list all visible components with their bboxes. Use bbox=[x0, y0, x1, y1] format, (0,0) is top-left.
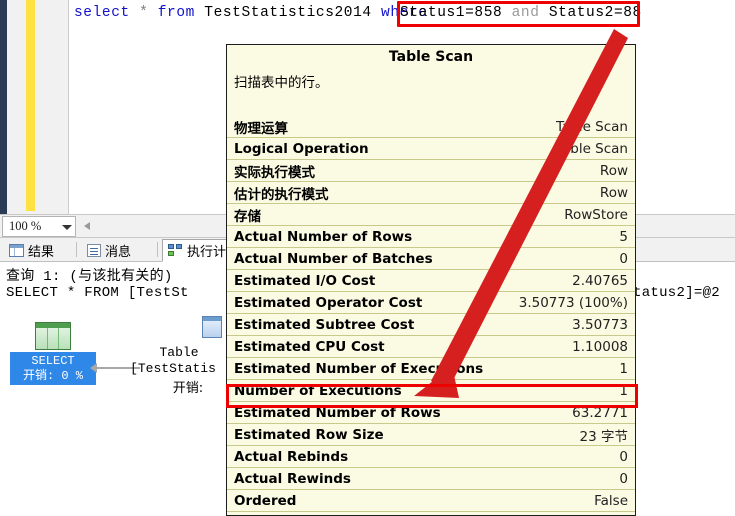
tooltip-property-key: 物理运算 bbox=[234, 120, 288, 137]
tab-results[interactable]: 结果 bbox=[4, 239, 59, 261]
tooltip-property-row: Estimated CPU Cost 1.10008 bbox=[227, 336, 635, 358]
sql-statement-line[interactable]: select * from TestStatistics2014 where bbox=[74, 3, 428, 23]
tooltip-property-value: 3.50773 bbox=[572, 316, 628, 333]
tab-messages-label: 消息 bbox=[105, 244, 132, 260]
zoom-level-combobox[interactable]: 100 % bbox=[2, 216, 76, 237]
tooltip-property-value: 3.50773 (100%) bbox=[518, 294, 628, 311]
tooltip-property-key: 存储 bbox=[234, 208, 261, 225]
tooltip-description: 扫描表中的行。 bbox=[234, 75, 329, 91]
execution-plan-icon bbox=[168, 244, 183, 257]
tooltip-property-row: 物理运算 Table Scan bbox=[227, 116, 635, 138]
plan-node-table-cost: 开销: bbox=[172, 381, 204, 396]
tooltip-property-key: 实际执行模式 bbox=[234, 164, 315, 181]
plan-query-label: 查询 1: (与该批有关的) bbox=[6, 269, 173, 285]
plan-query-sql-clipped-right: tatus2]=@2 bbox=[633, 285, 721, 301]
tooltip-title: Table Scan bbox=[388, 49, 474, 65]
tooltip-property-row: Estimated I/O Cost 2.40765 bbox=[227, 270, 635, 292]
change-indicator-bar bbox=[26, 0, 35, 211]
tooltip-property-value: 23 字节 bbox=[579, 428, 628, 445]
tab-divider bbox=[157, 242, 158, 257]
scroll-left-icon[interactable] bbox=[84, 222, 90, 230]
tooltip-property-row: Actual Rewinds 0 bbox=[227, 468, 635, 490]
tooltip-property-value: 0 bbox=[619, 250, 628, 267]
tooltip-property-value: Row bbox=[599, 184, 628, 201]
tooltip-property-value: Row bbox=[599, 162, 628, 179]
chevron-down-icon[interactable] bbox=[62, 225, 72, 230]
sql-keyword-from: from bbox=[157, 5, 195, 21]
tab-divider bbox=[76, 242, 77, 257]
tooltip-property-row: Actual Number of Batches 0 bbox=[227, 248, 635, 270]
tooltip-property-value: 1 bbox=[619, 360, 628, 377]
tooltip-property-row: 节点 ID0 bbox=[227, 512, 635, 516]
editor-gutter bbox=[7, 0, 69, 214]
editor-left-border bbox=[0, 0, 7, 214]
tooltip-property-row: Estimated Row Size 23 字节 bbox=[227, 424, 635, 446]
tooltip-property-key: Estimated Subtree Cost bbox=[234, 316, 415, 333]
zoom-level-value: 100 % bbox=[9, 219, 42, 233]
tooltip-property-row: Logical Operation Table Scan bbox=[227, 138, 635, 160]
tooltip-property-row: Estimated Number of Executions 1 bbox=[227, 358, 635, 380]
tooltip-property-key: Actual Rebinds bbox=[234, 448, 349, 465]
tooltip-property-value: 0 bbox=[619, 448, 628, 465]
tooltip-property-key: Estimated CPU Cost bbox=[234, 338, 385, 355]
tooltip-property-key: Ordered bbox=[234, 492, 297, 509]
plan-node-select-title: SELECT bbox=[31, 353, 75, 368]
tooltip-property-value: 0 bbox=[619, 470, 628, 487]
tooltip-property-value: Table Scan bbox=[555, 140, 628, 157]
plan-edge-arrow-icon bbox=[90, 363, 97, 373]
plan-node-select[interactable]: SELECT 开销: 0 % bbox=[10, 352, 96, 385]
results-grid-icon bbox=[9, 243, 24, 257]
tooltip-property-row: Ordered False bbox=[227, 490, 635, 512]
operator-properties-tooltip: Table Scan 扫描表中的行。 物理运算 Table Scan Logical… bbox=[226, 44, 636, 516]
tooltip-property-key: Estimated Row Size bbox=[234, 426, 384, 443]
tooltip-property-row: Estimated Subtree Cost 3.50773 bbox=[227, 314, 635, 336]
tooltip-property-row: Actual Number of Rows 5 bbox=[227, 226, 635, 248]
tooltip-property-row: 存储 RowStore bbox=[227, 204, 635, 226]
tooltip-property-value: 1.10008 bbox=[572, 338, 628, 355]
tooltip-property-key: Estimated Number of Executions bbox=[234, 360, 484, 377]
estimated-rows-highlight-box bbox=[226, 384, 638, 408]
tooltip-property-key: Estimated I/O Cost bbox=[234, 272, 376, 289]
plan-node-table-object: [TestStatis bbox=[130, 361, 216, 376]
select-result-icon bbox=[35, 322, 71, 350]
tooltip-property-list: 物理运算 Table Scan Logical Operation Table Sca… bbox=[227, 116, 635, 516]
tooltip-property-row: Estimated Operator Cost 3.50773 (100%) bbox=[227, 292, 635, 314]
tooltip-property-key: Actual Number of Rows bbox=[234, 228, 413, 245]
plan-node-table-title: Table bbox=[159, 345, 199, 360]
tab-messages[interactable]: 消息 bbox=[82, 239, 136, 261]
tooltip-property-key: Estimated Operator Cost bbox=[234, 294, 423, 311]
sql-table-name: TestStatistics2014 bbox=[204, 5, 372, 21]
tooltip-property-row: Actual Rebinds 0 bbox=[227, 446, 635, 468]
table-scan-icon bbox=[202, 316, 222, 338]
tooltip-property-row: 实际执行模式 Row bbox=[227, 160, 635, 182]
tooltip-property-value: False bbox=[594, 492, 628, 509]
tooltip-property-key: 节点 ID bbox=[234, 513, 611, 516]
messages-icon bbox=[87, 243, 101, 257]
tooltip-property-row: 估计的执行模式 Row bbox=[227, 182, 635, 204]
tooltip-property-value: 5 bbox=[619, 228, 628, 245]
tooltip-property-key: 估计的执行模式 bbox=[234, 186, 329, 203]
tooltip-property-value: 2.40765 bbox=[572, 272, 628, 289]
tooltip-property-value: RowStore bbox=[564, 206, 628, 223]
sql-keyword-select: select bbox=[74, 5, 130, 21]
tab-results-label: 结果 bbox=[28, 244, 55, 260]
plan-node-select-cost: 开销: 0 % bbox=[22, 368, 83, 383]
tooltip-property-key: Actual Rewinds bbox=[234, 470, 351, 487]
tooltip-property-key: Actual Number of Batches bbox=[234, 250, 433, 267]
gutter-separator bbox=[68, 0, 69, 214]
plan-query-sql: SELECT * FROM [TestSt bbox=[6, 285, 189, 301]
where-clause-highlight-box bbox=[397, 1, 640, 27]
tooltip-property-key: Logical Operation bbox=[234, 140, 369, 157]
tooltip-property-value: Table Scan bbox=[555, 118, 628, 135]
